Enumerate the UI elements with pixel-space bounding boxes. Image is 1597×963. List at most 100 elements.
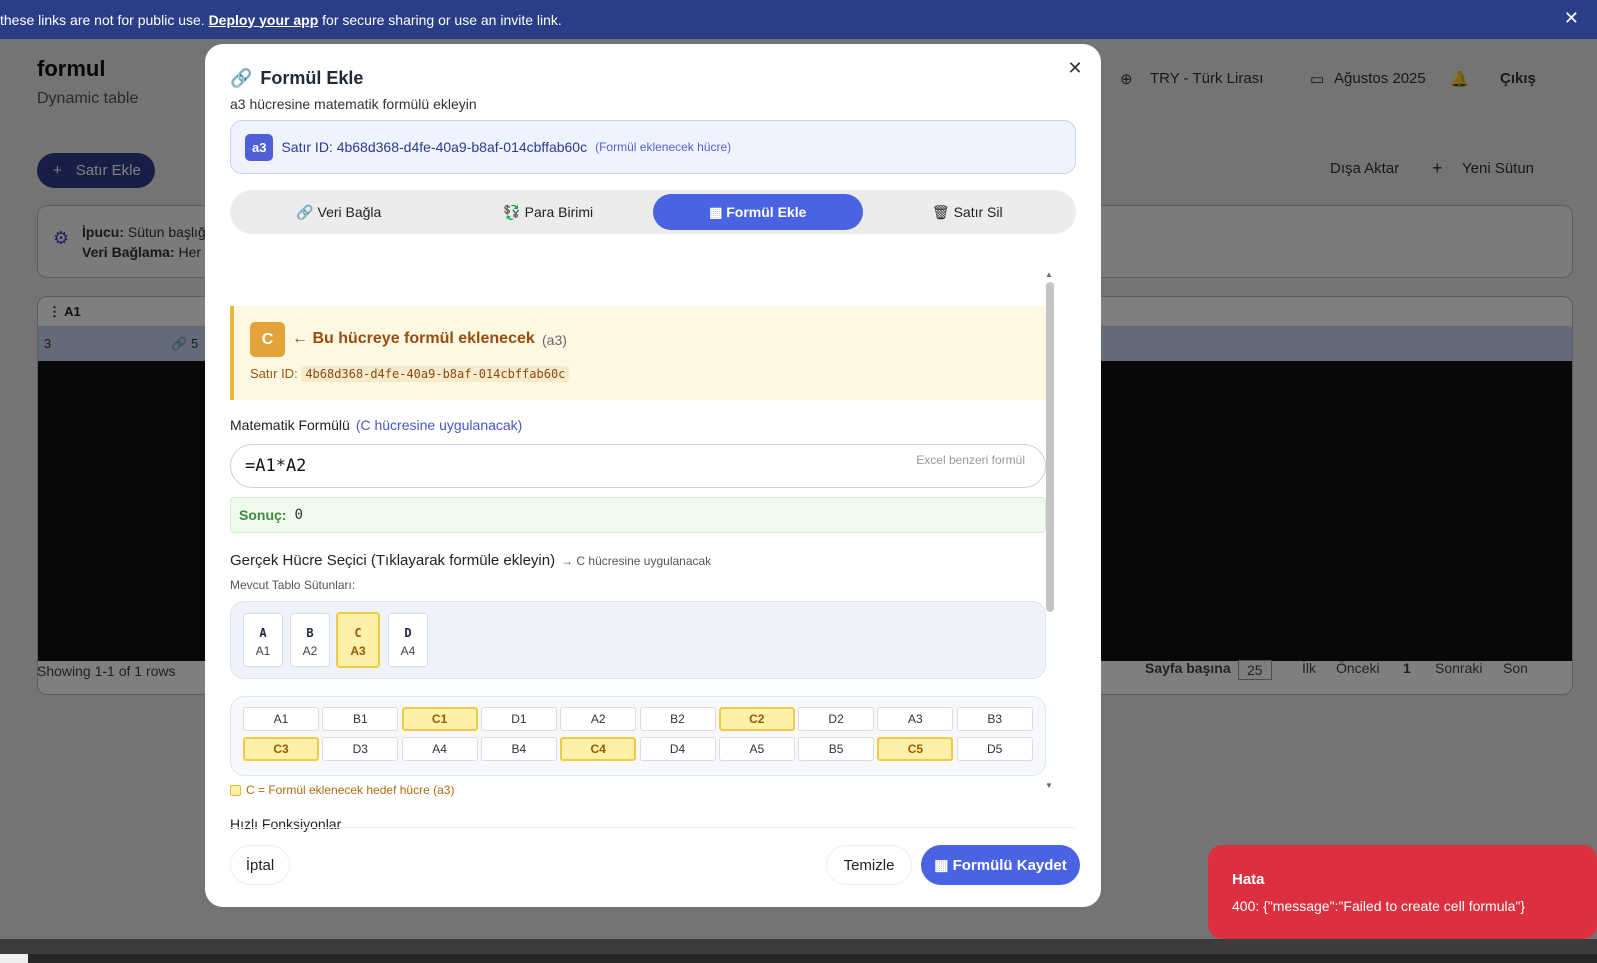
target-label: ← Bu hücreye formül eklenecek [292, 330, 535, 347]
clear-button[interactable]: Temizle [826, 845, 912, 885]
taskbar [0, 954, 1597, 963]
toast-title: Hata [1232, 871, 1265, 888]
legend-text: C = Formül eklenecek hedef hücre (a3) [246, 783, 455, 797]
banner-suffix: for secure sharing or use an invite link… [318, 11, 562, 28]
column-button-d[interactable]: D A4 [388, 613, 428, 667]
error-toast[interactable]: Hata 400: {"message":"Failed to create c… [1208, 845, 1597, 939]
dialog-subtitle: a3 hücresine matematik formülü ekleyin [230, 96, 477, 112]
start-button[interactable] [0, 954, 28, 963]
tab-add-formula[interactable]: ▦ Formül Ekle [653, 194, 863, 230]
banner-prefix: these links are not for public use. [0, 11, 209, 28]
column-letter: D [404, 626, 412, 640]
column-button-a[interactable]: A A1 [243, 613, 283, 667]
save-formula-button[interactable]: ▦ Formülü Kaydet [921, 845, 1080, 885]
target-cell-panel: C ← Bu hücreye formül eklenecek (a3) Sat… [230, 306, 1046, 400]
dialog-scroll-area[interactable]: C ← Bu hücreye formül eklenecek (a3) Sat… [230, 270, 1063, 846]
grid-cell-a5[interactable]: A5 [718, 737, 795, 761]
grid-cell-a4[interactable]: A4 [401, 737, 478, 761]
scroll-down-icon[interactable]: ▼ [1045, 781, 1053, 790]
cell-grid: A1 B1 C1 D1 A2 B2 C2 D2 A3 B3 C3 D3 A4 B4 C4 D4 A5 B5 C5 D5 [230, 696, 1046, 776]
grid-cell-c4[interactable]: C4 [560, 737, 637, 761]
paperclip-icon: 🔗 [296, 203, 314, 220]
close-icon[interactable]: ✕ [1063, 58, 1087, 82]
tab-label: Formül Ekle [726, 204, 807, 220]
tab-label: Satır Sil [953, 204, 1003, 220]
legend-swatch [230, 784, 241, 796]
formula-label-text: Matematik Formülü [230, 417, 350, 433]
dialog-tabs: 🔗 Veri Bağla 💱 Para Birimi ▦ Formül Ekle… [230, 190, 1076, 234]
tab-label: Para Birimi [524, 204, 594, 220]
toast-message: 400: {"message":"Failed to create cell f… [1232, 898, 1526, 914]
formula-result: Sonuç: 0 [230, 497, 1046, 533]
currency-icon: 💱 [503, 203, 521, 220]
cell-badge: a3 [245, 133, 274, 161]
column-ref: A3 [350, 644, 366, 658]
target-row-id: Satır ID: 4b68d368-d4fe-40a9-b8af-014cbf… [250, 366, 570, 382]
cancel-button[interactable]: İptal [230, 845, 290, 885]
grid-cell-b3[interactable]: B3 [956, 707, 1033, 731]
close-icon[interactable]: ✕ [1564, 8, 1579, 29]
columns-label: Mevcut Tablo Sütunları: [230, 578, 356, 592]
formula-label: Matematik Formülü (C hücresine uygulanaca… [230, 417, 522, 433]
link-icon: 🔗 [230, 68, 253, 88]
abacus-icon: ▦ [709, 203, 723, 220]
row-id-text: Satır ID: 4b68d368-d4fe-40a9-b8af-014cbf… [281, 139, 588, 155]
column-ref: A2 [302, 644, 318, 658]
banner-text: these links are not for public use. Depl… [0, 12, 562, 28]
column-ref: A4 [400, 644, 416, 658]
formula-dialog: ✕ 🔗 Formül Ekle a3 hücresine matematik f… [205, 44, 1101, 907]
row-id-hint: (Formül eklenecek hücre) [595, 140, 732, 154]
deploy-link[interactable]: Deploy your app [209, 12, 319, 28]
target-cell-ref: (a3) [542, 332, 567, 348]
abacus-icon: ▦ [934, 857, 949, 874]
dialog-title: 🔗 Formül Ekle [230, 68, 363, 89]
result-value: 0 [294, 507, 303, 523]
grid-cell-a3[interactable]: A3 [877, 707, 954, 731]
column-button-b[interactable]: B A2 [290, 613, 330, 667]
grid-cell-c3[interactable]: C3 [243, 737, 319, 761]
tab-label: Veri Bağla [317, 204, 382, 220]
tab-data-link[interactable]: 🔗 Veri Bağla [234, 194, 444, 230]
grid-cell-c1[interactable]: C1 [401, 707, 478, 731]
selector-hint: → C hücresine uygulanacak [561, 554, 712, 568]
result-label: Sonuç: [239, 507, 287, 523]
scroll-thumb[interactable] [1046, 282, 1054, 612]
grid-cell-d3[interactable]: D3 [322, 737, 399, 761]
grid-cell-c5[interactable]: C5 [877, 737, 954, 761]
trash-icon: 🗑 [931, 203, 950, 220]
selector-title-text: Gerçek Hücre Seçici (Tıklayarak formüle … [230, 552, 556, 569]
grid-cell-b5[interactable]: B5 [798, 737, 875, 761]
cell-info-box: a3 Satır ID: 4b68d368-d4fe-40a9-b8af-014… [230, 120, 1076, 174]
grid-cell-b2[interactable]: B2 [639, 707, 716, 731]
quick-functions-heading: Hızlı Fonksiyonlar [230, 816, 342, 832]
formula-input[interactable]: =A1*A2 Excel benzeri formül [230, 444, 1046, 488]
formula-target-hint: (C hücresine uygulanacak) [355, 417, 523, 433]
column-button-c[interactable]: C A3 [336, 612, 380, 668]
formula-hint: Excel benzeri formül [916, 453, 1025, 467]
column-letter: A [259, 626, 267, 640]
dialog-title-text: Formül Ekle [260, 68, 364, 88]
tab-delete-row[interactable]: 🗑 Satır Sil [863, 194, 1073, 230]
column-ref: A1 [255, 644, 271, 658]
save-label: Formülü Kaydet [952, 856, 1067, 874]
row-id-code: 4b68d368-d4fe-40a9-b8af-014cbffab60c [301, 366, 570, 382]
grid-cell-d2[interactable]: D2 [798, 707, 875, 731]
grid-cell-d1[interactable]: D1 [480, 707, 557, 731]
grid-cell-b4[interactable]: B4 [480, 737, 557, 761]
dialog-scrollbar[interactable]: ▲ ▼ [1045, 270, 1054, 790]
row-id-label: Satır ID: [250, 366, 298, 381]
grid-cell-a2[interactable]: A2 [560, 707, 637, 731]
grid-cell-d4[interactable]: D4 [639, 737, 716, 761]
tab-currency[interactable]: 💱 Para Birimi [444, 194, 654, 230]
scroll-up-icon[interactable]: ▲ [1045, 270, 1053, 279]
grid-cell-a1[interactable]: A1 [243, 707, 319, 731]
target-column-badge: C [250, 322, 285, 357]
formula-value: =A1*A2 [245, 456, 307, 476]
grid-cell-b1[interactable]: B1 [322, 707, 399, 731]
column-letter: B [306, 626, 314, 640]
grid-cell-c2[interactable]: C2 [718, 707, 795, 731]
dialog-footer-divider [230, 827, 1076, 828]
column-picker: A A1 B A2 C A3 D A4 [230, 601, 1046, 679]
cell-selector-title: Gerçek Hücre Seçici (Tıklayarak formüle … [230, 552, 711, 569]
grid-cell-d5[interactable]: D5 [956, 737, 1033, 761]
